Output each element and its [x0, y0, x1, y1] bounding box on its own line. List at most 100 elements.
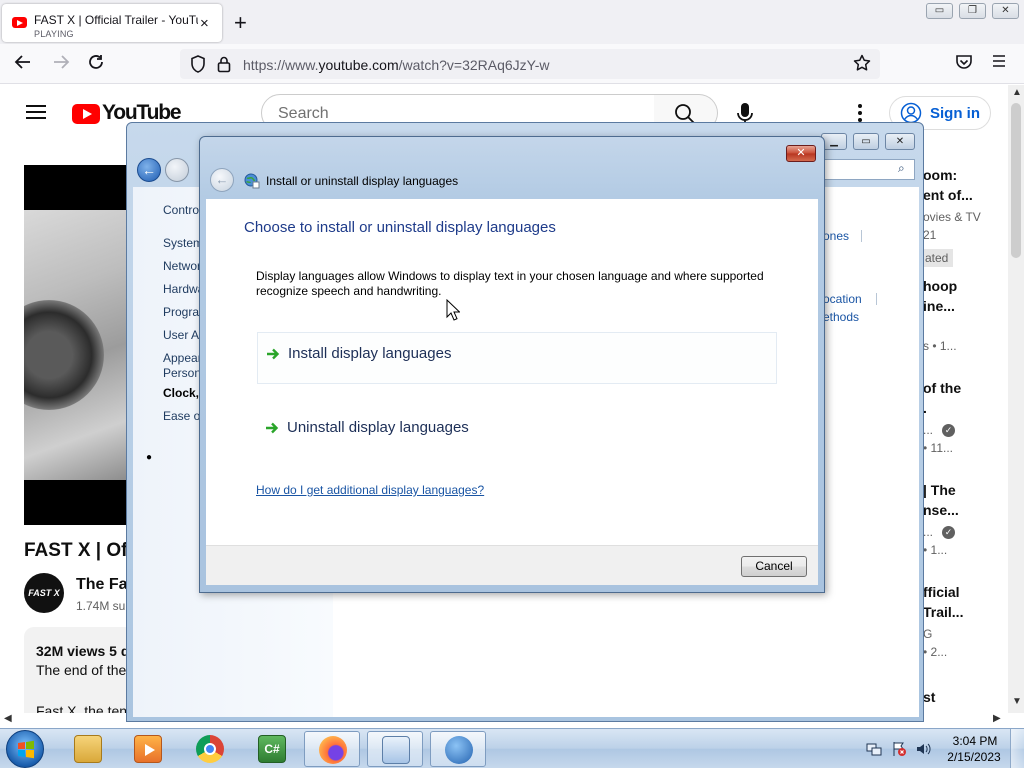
- tracking-protection-shield-icon[interactable]: [190, 55, 206, 78]
- new-tab-button[interactable]: +: [234, 10, 247, 36]
- cancel-button[interactable]: Cancel: [741, 556, 807, 577]
- cp-search-input[interactable]: ⌕: [823, 159, 915, 180]
- search-icon: ⌕: [898, 161, 905, 175]
- recommendation-title[interactable]: fficial: [923, 584, 960, 600]
- browser-minimize-button[interactable]: ▭: [926, 3, 953, 19]
- url-text[interactable]: https://www.youtube.com/watch?v=32RAq6Jz…: [243, 57, 549, 73]
- recommendation-meta: ovies & TV: [923, 210, 981, 224]
- install-display-languages-option[interactable]: Install display languages: [257, 332, 777, 384]
- account-icon: [900, 102, 922, 124]
- recommendation-meta: ...: [923, 423, 934, 437]
- recommendation-title[interactable]: | The: [923, 482, 956, 498]
- browser-close-button[interactable]: ✕: [992, 3, 1019, 19]
- recommendation-meta: s • 1...: [923, 339, 957, 353]
- cp-close-button[interactable]: ✕: [885, 133, 915, 150]
- taskbar-media-player[interactable]: [120, 731, 176, 767]
- clock-date[interactable]: 2/15/2023: [944, 750, 1004, 764]
- recommendation-badge: ated: [923, 249, 953, 267]
- verified-check-icon: ✓: [942, 526, 955, 539]
- action-center-icon[interactable]: [891, 741, 907, 762]
- sign-in-label: Sign in: [930, 105, 980, 122]
- network-icon[interactable]: [866, 741, 882, 762]
- option-label: Install display languages: [288, 345, 452, 362]
- firefox-icon: [319, 736, 347, 764]
- scroll-thumb[interactable]: [1011, 103, 1021, 258]
- lock-icon[interactable]: [217, 55, 231, 78]
- dialog-close-button[interactable]: ✕: [786, 145, 816, 162]
- youtube-menu-icon[interactable]: [26, 105, 46, 119]
- recommendation-title[interactable]: Trail...: [923, 604, 963, 620]
- recommendation-title[interactable]: hoop: [923, 278, 957, 294]
- cp-maximize-button[interactable]: ▭: [853, 133, 879, 150]
- recommendation-title[interactable]: oom:: [923, 167, 957, 183]
- taskbar-display-languages[interactable]: [430, 731, 486, 767]
- current-item-bullet-icon: ●: [146, 452, 153, 463]
- search-placeholder: Search: [278, 105, 329, 122]
- control-panel-icon: [382, 736, 410, 764]
- dialog-body: Choose to install or uninstall display l…: [206, 199, 818, 545]
- cp-link[interactable]: ocation: [823, 292, 862, 306]
- taskbar-csharp-app[interactable]: C#: [244, 731, 300, 767]
- cp-forward-button[interactable]: [165, 158, 189, 182]
- scroll-up-arrow-icon[interactable]: ▲: [1012, 87, 1022, 98]
- video-description-box[interactable]: 32M views 5 days ago The end of the road…: [24, 627, 207, 713]
- help-link[interactable]: How do I get additional display language…: [256, 483, 484, 497]
- show-desktop-button[interactable]: [1010, 729, 1024, 768]
- recommendation-title[interactable]: st: [923, 689, 935, 705]
- tab-title: FAST X | Official Trailer - YouTube: [34, 13, 198, 27]
- cp-link[interactable]: ethods: [823, 310, 859, 324]
- recommendation-meta: • 2...: [923, 645, 948, 659]
- dialog-back-button[interactable]: ←: [210, 168, 234, 192]
- video-frame: [24, 210, 134, 480]
- green-arrow-icon: [267, 348, 280, 360]
- scroll-left-arrow-icon[interactable]: ◀: [4, 713, 12, 724]
- recommendation-meta: • 11...: [923, 441, 953, 455]
- volume-icon[interactable]: [915, 741, 931, 762]
- recommendation-meta: 21: [923, 228, 937, 242]
- divider: [861, 230, 862, 242]
- recommendation-title[interactable]: ine...: [923, 298, 955, 314]
- option-label: Uninstall display languages: [287, 419, 469, 436]
- language-globe-icon: [445, 736, 473, 764]
- scroll-down-arrow-icon[interactable]: ▼: [1012, 696, 1022, 707]
- back-arrow-icon[interactable]: [14, 53, 32, 76]
- youtube-favicon-icon: [12, 17, 27, 28]
- video-title: FAST X | Official Trailer: [24, 540, 134, 561]
- video-player[interactable]: [24, 165, 134, 525]
- taskbar-control-panel[interactable]: [367, 731, 423, 767]
- clock-time[interactable]: 3:04 PM: [952, 734, 998, 748]
- browser-tab-bar: FAST X | Official Trailer - YouTube PLAY…: [0, 0, 1024, 44]
- recommendation-title[interactable]: of the: [923, 380, 961, 396]
- windows-logo-icon: [18, 740, 34, 759]
- bookmark-star-icon[interactable]: [853, 54, 871, 77]
- start-button[interactable]: [6, 730, 44, 768]
- uninstall-display-languages-option[interactable]: Uninstall display languages: [257, 407, 777, 459]
- pocket-icon[interactable]: [955, 53, 973, 76]
- media-player-icon: [134, 735, 162, 763]
- divider: [876, 293, 877, 305]
- browser-restore-button[interactable]: ❐: [959, 3, 986, 19]
- csharp-icon: C#: [258, 735, 286, 763]
- scroll-right-arrow-icon[interactable]: ▶: [993, 713, 1001, 724]
- forward-arrow-icon[interactable]: [52, 53, 70, 76]
- channel-avatar[interactable]: FAST X: [24, 573, 64, 613]
- tab-playing-label: PLAYING: [34, 29, 74, 39]
- recommendation-meta: ...: [923, 525, 934, 539]
- taskbar-firefox[interactable]: [304, 731, 360, 767]
- youtube-logo-icon[interactable]: [72, 104, 100, 124]
- recommendation-title[interactable]: ent of...: [923, 187, 973, 203]
- cp-link[interactable]: ones: [823, 229, 849, 243]
- url-bar[interactable]: https://www.youtube.com/watch?v=32RAq6Jz…: [180, 49, 880, 79]
- browser-tab-youtube[interactable]: FAST X | Official Trailer - YouTube PLAY…: [2, 4, 222, 42]
- page-scrollbar[interactable]: ▲ ▼: [1008, 85, 1024, 713]
- taskbar-explorer[interactable]: [60, 731, 116, 767]
- recommendation-title[interactable]: nse...: [923, 502, 959, 518]
- recommendation-meta: G: [923, 627, 933, 641]
- tab-close-icon[interactable]: ×: [200, 15, 209, 32]
- reload-icon[interactable]: [87, 53, 105, 76]
- cp-back-button[interactable]: ←: [137, 158, 161, 182]
- taskbar-chrome[interactable]: [182, 731, 238, 767]
- mouse-pointer-icon: [446, 299, 460, 321]
- browser-nav-bar: https://www.youtube.com/watch?v=32RAq6Jz…: [0, 44, 1024, 84]
- menu-hamburger-icon[interactable]: [991, 53, 1007, 74]
